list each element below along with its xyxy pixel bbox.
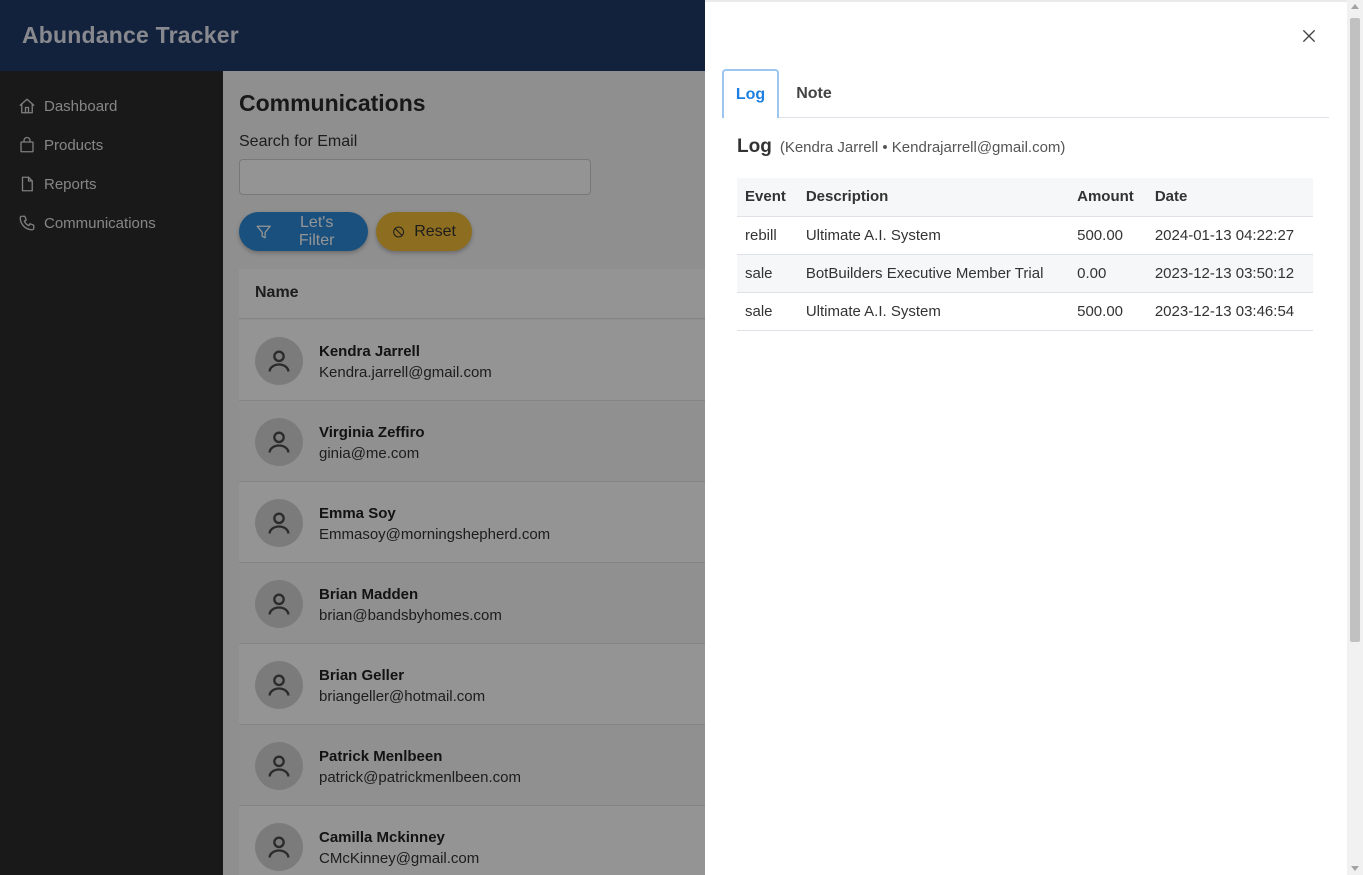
avatar	[255, 337, 303, 385]
contact-email: ginia@me.com	[319, 445, 420, 462]
sidebar-item-dashboard[interactable]: Dashboard	[0, 89, 223, 123]
filter-button-label: Let's Filter	[298, 213, 335, 249]
table-row[interactable]: Brian Madden brian@bandsbyhomes.com	[239, 563, 705, 644]
contact-email: CMcKinney@gmail.com	[319, 850, 480, 867]
table-row[interactable]: Virginia Zeffiro ginia@me.com	[239, 401, 705, 482]
table-header: Name	[239, 269, 705, 319]
user-icon	[268, 674, 290, 696]
avatar	[255, 823, 303, 871]
column-header-amount: Amount	[1069, 178, 1147, 217]
user-icon	[268, 350, 290, 372]
main-content: Communications Search for Email Let's Fi…	[223, 71, 705, 875]
contact-email: briangeller@hotmail.com	[319, 688, 486, 705]
user-icon	[268, 836, 290, 858]
document-icon	[21, 176, 33, 192]
log-heading: Log (Kendra Jarrell • Kendrajarrell@gmai…	[737, 136, 1065, 158]
sidebar-item-label: Products	[44, 136, 104, 154]
tab-note[interactable]: Note	[789, 69, 839, 118]
tab-log[interactable]: Log	[722, 69, 779, 118]
log-description: Ultimate A.I. System	[797, 292, 1070, 331]
home-icon	[19, 98, 35, 114]
contact-email: patrick@patrickmenlbeen.com	[319, 769, 521, 786]
scroll-up-icon[interactable]	[1351, 4, 1359, 9]
scrollbar-thumb[interactable]	[1350, 18, 1360, 642]
table-row[interactable]: Emma Soy Emmasoy@morningshepherd.com	[239, 482, 705, 563]
contact-email: brian@bandsbyhomes.com	[319, 607, 502, 624]
log-event: rebill	[737, 216, 798, 255]
log-event: sale	[737, 254, 798, 293]
filter-icon	[256, 225, 271, 238]
log-event: sale	[737, 292, 798, 331]
log-date: 2023-12-13 03:46:54	[1146, 292, 1313, 331]
contact-name: Camilla Mckinney	[319, 829, 445, 846]
log-table-row: sale Ultimate A.I. System 500.00 2023-12…	[737, 292, 1313, 331]
reset-button[interactable]: Reset	[376, 212, 472, 251]
close-icon	[1303, 30, 1315, 42]
log-amount: 500.00	[1069, 216, 1147, 255]
sidebar-item-label: Dashboard	[44, 97, 118, 115]
page-scrollbar[interactable]	[1347, 0, 1363, 875]
log-amount: 0.00	[1069, 254, 1147, 293]
contact-name: Brian Geller	[319, 667, 405, 684]
contact-name: Patrick Menlbeen	[319, 748, 443, 765]
sidebar-item-products[interactable]: Products	[0, 128, 223, 162]
log-table-header-row: Event Description Amount Date	[737, 178, 1313, 217]
contact-email: Emmasoy@morningshepherd.com	[319, 526, 551, 543]
log-drawer: Log Note Log (Kendra Jarrell • Kendrajar…	[705, 0, 1347, 875]
contact-name: Emma Soy	[319, 505, 396, 522]
sidebar: Dashboard Products Reports Communication…	[0, 71, 223, 875]
app-title: Abundance Tracker	[22, 22, 239, 48]
log-date: 2024-01-13 04:22:27	[1146, 216, 1313, 255]
shopping-bag-icon	[20, 136, 34, 153]
contact-email: Kendra.jarrell@gmail.com	[319, 364, 492, 381]
log-title: Log	[737, 136, 772, 157]
user-icon	[268, 431, 290, 453]
reset-button-label: Reset	[414, 222, 456, 240]
page-title: Communications	[239, 90, 426, 116]
column-header-name[interactable]: Name	[255, 284, 299, 302]
avatar	[255, 742, 303, 790]
avatar	[255, 661, 303, 709]
contact-name: Kendra Jarrell	[319, 343, 420, 360]
column-header-description: Description	[797, 178, 1070, 217]
contact-name: Brian Madden	[319, 586, 419, 603]
sidebar-item-label: Communications	[44, 214, 156, 232]
log-table-row: rebill Ultimate A.I. System 500.00 2024-…	[737, 216, 1313, 255]
contact-name: Virginia Zeffiro	[319, 424, 425, 441]
log-amount: 500.00	[1069, 292, 1147, 331]
avatar	[255, 580, 303, 628]
sidebar-item-label: Reports	[44, 175, 97, 193]
user-icon	[268, 512, 290, 534]
log-date: 2023-12-13 03:50:12	[1146, 254, 1313, 293]
drawer-tabs: Log Note	[722, 69, 1329, 118]
column-header-date: Date	[1146, 178, 1313, 217]
user-icon	[268, 755, 290, 777]
log-description: BotBuilders Executive Member Trial	[797, 254, 1070, 293]
column-header-event: Event	[737, 178, 798, 217]
table-row[interactable]: Camilla Mckinney CMcKinney@gmail.com	[239, 806, 705, 875]
user-icon	[268, 593, 290, 615]
log-table: Event Description Amount Date rebill Ult…	[737, 178, 1313, 331]
filter-button[interactable]: Let's Filter	[239, 212, 368, 251]
scroll-down-icon[interactable]	[1351, 866, 1359, 871]
log-contact-meta: (Kendra Jarrell • Kendrajarrell@gmail.co…	[779, 139, 1066, 156]
avatar	[255, 418, 303, 466]
table-row[interactable]: Kendra Jarrell Kendra.jarrell@gmail.com	[239, 320, 705, 401]
search-label: Search for Email	[239, 133, 358, 150]
phone-icon	[19, 215, 35, 231]
log-table-row: sale BotBuilders Executive Member Trial …	[737, 254, 1313, 293]
close-button[interactable]	[1297, 24, 1321, 48]
table-row[interactable]: Brian Geller briangeller@hotmail.com	[239, 644, 705, 725]
sidebar-item-communications[interactable]: Communications	[0, 206, 223, 240]
log-description: Ultimate A.I. System	[797, 216, 1070, 255]
avatar	[255, 499, 303, 547]
sidebar-item-reports[interactable]: Reports	[0, 167, 223, 201]
ban-icon	[393, 226, 405, 237]
table-row[interactable]: Patrick Menlbeen patrick@patrickmenlbeen…	[239, 725, 705, 806]
search-input[interactable]	[239, 159, 591, 195]
